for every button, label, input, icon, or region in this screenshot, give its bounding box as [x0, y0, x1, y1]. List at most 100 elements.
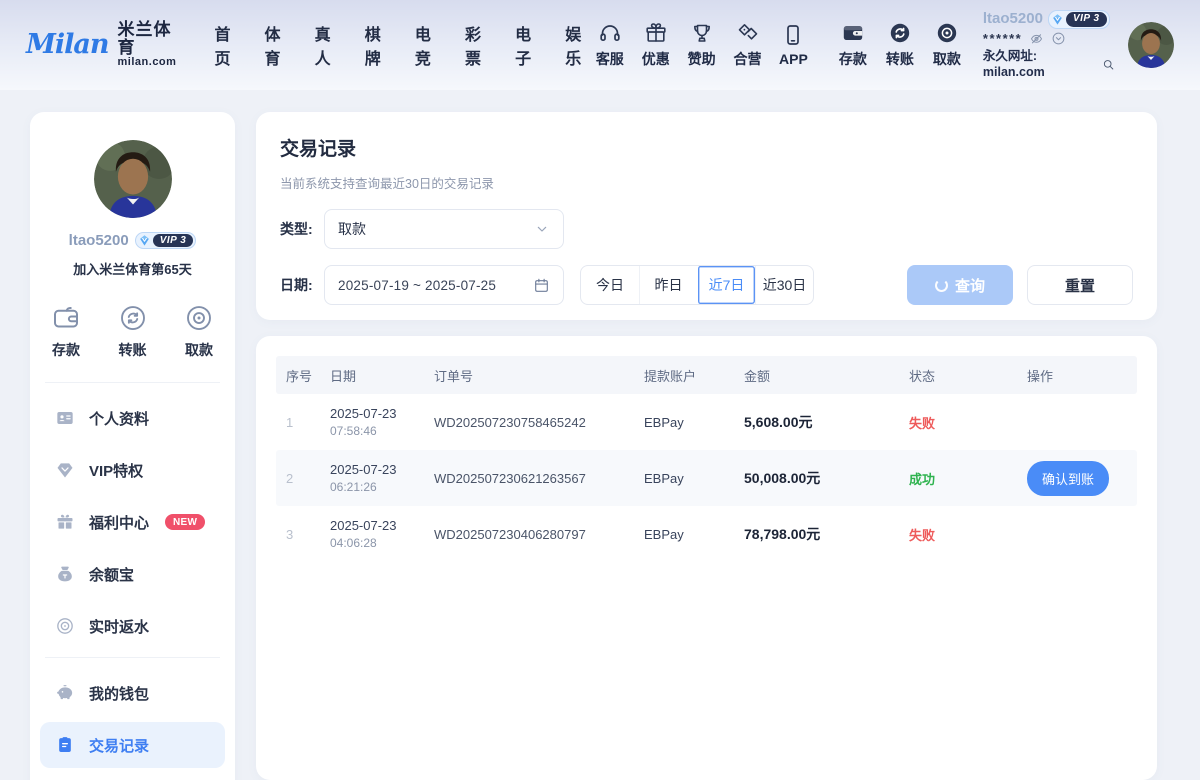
magnifier-icon[interactable] [1102, 58, 1115, 71]
col-header-status: 状态 [899, 366, 1017, 385]
cell-order-number: WD202507230406280797 [424, 527, 634, 542]
table-row: 2 2025-07-23 06:21:26 WD2025072306212635… [276, 450, 1137, 506]
type-select[interactable]: 取款 [324, 209, 564, 249]
deposit-label: 存款 [839, 49, 867, 69]
cell-account: EBPay [634, 415, 734, 430]
cell-order-number: WD202507230758465242 [424, 415, 634, 430]
table-row: 3 2025-07-23 04:06:28 WD2025072304062807… [276, 506, 1137, 562]
username: ltao5200 [983, 10, 1043, 29]
sidebar-transfer-button[interactable]: 转账 [118, 303, 148, 360]
app-download-link[interactable]: APP [772, 23, 815, 67]
cell-date: 2025-07-23 06:21:26 [320, 461, 424, 496]
sidebar-withdraw-label: 取款 [185, 340, 213, 360]
nav-sports[interactable]: 体育 [265, 21, 288, 69]
transfer-button[interactable]: 转账 [878, 21, 922, 69]
query-button-label: 查询 [955, 275, 985, 296]
type-select-value: 取款 [338, 219, 366, 239]
partnership-link[interactable]: 合营 [726, 21, 769, 69]
promotions-link[interactable]: 优惠 [634, 21, 677, 69]
eye-off-icon[interactable] [1029, 31, 1044, 46]
nav-slots[interactable]: 电子 [515, 21, 538, 69]
exchange-icon [888, 21, 912, 45]
range-7days-button[interactable]: 近7日 [697, 266, 755, 304]
nav-home[interactable]: 首页 [214, 21, 237, 69]
date-range-input[interactable]: 2025-07-19 ~ 2025-07-25 [324, 265, 564, 305]
confirm-receipt-button[interactable]: 确认到账 [1027, 461, 1109, 496]
cell-order-number: WD202507230621263567 [424, 471, 634, 486]
cell-status-failed: 失败 [899, 413, 1017, 432]
loading-spinner-icon [935, 279, 948, 292]
cell-seq: 1 [276, 415, 320, 430]
document-icon [55, 735, 75, 755]
headset-icon [598, 21, 622, 45]
range-30days-button[interactable]: 近30日 [755, 266, 813, 304]
sponsorship-link[interactable]: 赞助 [680, 21, 723, 69]
refresh-balance-icon[interactable] [1051, 31, 1066, 46]
cell-status-success: 成功 [899, 469, 1017, 488]
double-ring-icon [55, 616, 75, 636]
chevron-down-icon [534, 221, 550, 237]
range-today-button[interactable]: 今日 [581, 266, 639, 304]
sidebar-item-vip[interactable]: VIP特权 [40, 447, 225, 493]
header-right-cluster: 客服 优惠 赞助 合营 APP 存款 [588, 10, 1174, 80]
transfer-label: 转账 [886, 49, 914, 69]
type-filter-label: 类型: [280, 219, 324, 239]
cell-amount: 5,608.00元 [734, 412, 899, 432]
nav-lottery[interactable]: 彩票 [465, 21, 488, 69]
cell-account: EBPay [634, 471, 734, 486]
trophy-icon [690, 21, 714, 45]
col-header-date: 日期 [320, 366, 424, 385]
query-button[interactable]: 查询 [907, 265, 1013, 305]
wallet-outline-icon [51, 303, 81, 333]
sidebar-item-welfare[interactable]: 福利中心 NEW [40, 499, 225, 545]
withdraw-label: 取款 [933, 49, 961, 69]
avatar-photo [94, 140, 172, 218]
partnership-label: 合营 [734, 49, 762, 69]
sidebar-withdraw-button[interactable]: 取款 [184, 303, 214, 360]
nav-entertainment[interactable]: 娱乐 [565, 21, 588, 69]
vip-diamond-icon [1051, 13, 1064, 26]
col-header-amount: 金额 [734, 366, 899, 385]
filter-panel: 交易记录 当前系统支持查询最近30日的交易记录 类型: 取款 日期: 2025-… [256, 112, 1157, 320]
reset-button[interactable]: 重置 [1027, 265, 1133, 305]
sidebar-item-profile[interactable]: 个人资料 [40, 395, 225, 441]
table-row: 1 2025-07-23 07:58:46 WD2025072307584652… [276, 394, 1137, 450]
vip-diamond-icon [138, 234, 151, 247]
col-header-seq: 序号 [276, 366, 320, 385]
brand-logo[interactable]: Milan 米兰体育 milan.com [26, 21, 176, 68]
brand-name-block: 米兰体育 milan.com [118, 21, 177, 68]
sidebar-deposit-button[interactable]: 存款 [51, 303, 81, 360]
id-card-icon [55, 408, 75, 428]
gem-icon [55, 460, 75, 480]
user-avatar[interactable] [1128, 22, 1174, 68]
sidebar-item-wallet[interactable]: 我的钱包 [40, 670, 225, 716]
nav-chess[interactable]: 棋牌 [365, 21, 388, 69]
nav-live[interactable]: 真人 [315, 21, 338, 69]
range-yesterday-button[interactable]: 昨日 [639, 266, 697, 304]
gift-icon [644, 21, 668, 45]
withdraw-button[interactable]: 取款 [925, 21, 969, 69]
brand-name-cn: 米兰体育 [118, 21, 177, 57]
sidebar-item-rebate[interactable]: 实时返水 [40, 603, 225, 649]
sidebar-quick-actions: 存款 转账 取款 [30, 303, 235, 360]
cell-date: 2025-07-23 07:58:46 [320, 405, 424, 440]
customer-service-label: 客服 [596, 49, 624, 69]
moneybag-icon [55, 564, 75, 584]
mobile-phone-icon [781, 23, 805, 47]
nav-esports[interactable]: 电竞 [415, 21, 438, 69]
customer-service-link[interactable]: 客服 [588, 21, 631, 69]
promotions-label: 优惠 [642, 49, 670, 69]
sidebar-item-transactions[interactable]: 交易记录 [40, 722, 225, 768]
membership-days-label: 加入米兰体育第65天 [30, 259, 235, 278]
sidebar-item-yuebao[interactable]: 余额宝 [40, 551, 225, 597]
col-header-order: 订单号 [424, 366, 634, 385]
cell-account: EBPay [634, 527, 734, 542]
masked-balance: ****** [983, 31, 1022, 47]
wallet-links-group: 存款 转账 取款 [831, 21, 969, 69]
cell-status-failed: 失败 [899, 525, 1017, 544]
vip-level-label: VIP 3 [1066, 12, 1107, 27]
deposit-button[interactable]: 存款 [831, 21, 875, 69]
new-badge: NEW [165, 514, 205, 530]
page-title: 交易记录 [280, 134, 1133, 161]
sidebar-item-bets[interactable]: 投注记录 [40, 774, 225, 780]
